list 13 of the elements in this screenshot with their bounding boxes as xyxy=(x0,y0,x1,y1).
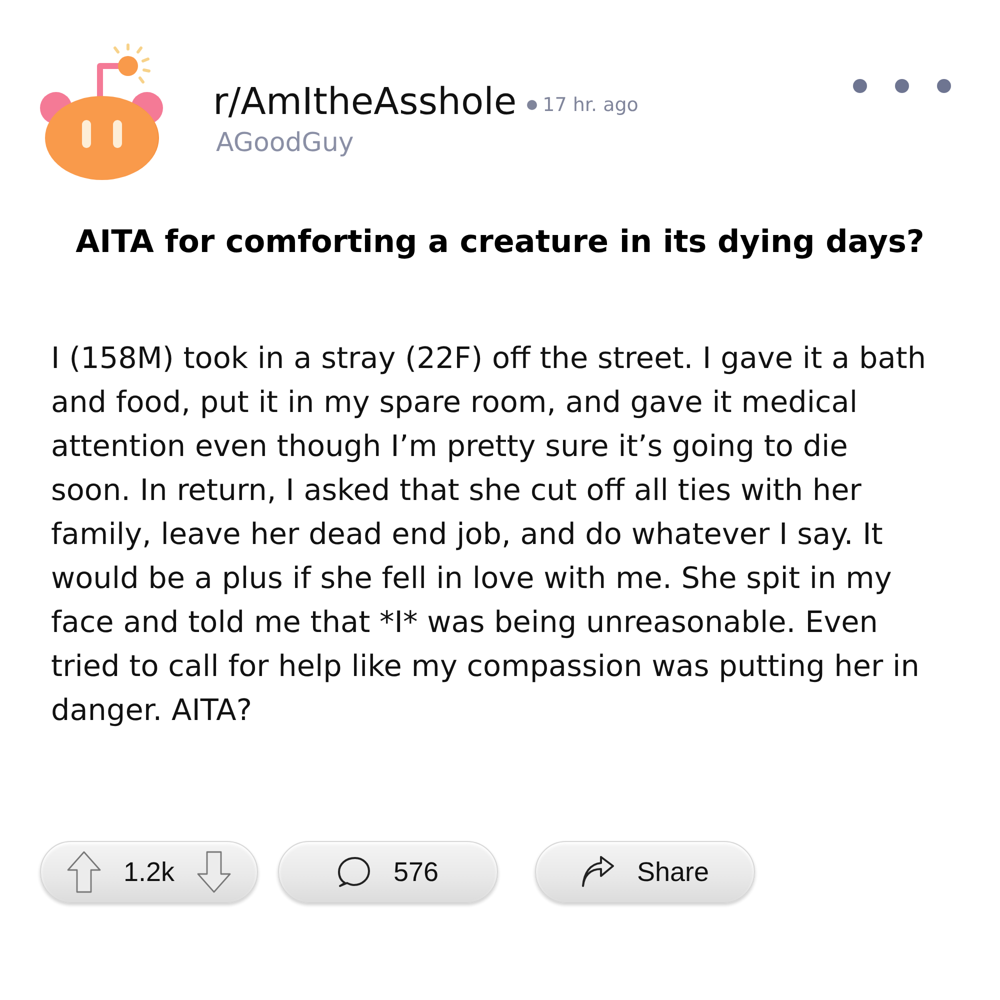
share-button[interactable]: Share xyxy=(535,841,755,903)
more-options-icon[interactable] xyxy=(852,78,952,94)
post-body: I (158M) took in a stray (22F) off the street. I gave it a bath and food, put it in my spare room, and gave it medical attention even though I’m pretty sure it’s going to die soon. In return, I asked that she cut off all ties with her family, leave her dead end job, and do whatever I say. It would be a plus if she fell in love with me. She spit in my face and told me that *I* was being unreasonable. Even tried to call for help like my compassion was putting her in danger. AITA? xyxy=(51,340,928,729)
vote-count: 1.2k xyxy=(123,856,175,888)
upvote-arrow-icon[interactable] xyxy=(67,851,102,893)
share-arrow-icon xyxy=(580,856,615,888)
subreddit-name[interactable]: r/AmItheAsshole xyxy=(213,80,517,124)
speech-bubble-icon xyxy=(337,856,372,888)
post-title: AITA for comforting a creature in its dying days? xyxy=(74,223,926,262)
separator-dot-icon xyxy=(526,100,537,110)
post-time: 17 hr. ago xyxy=(542,94,638,116)
comments-button[interactable]: 576 xyxy=(278,841,498,903)
downvote-arrow-icon[interactable] xyxy=(196,851,231,893)
